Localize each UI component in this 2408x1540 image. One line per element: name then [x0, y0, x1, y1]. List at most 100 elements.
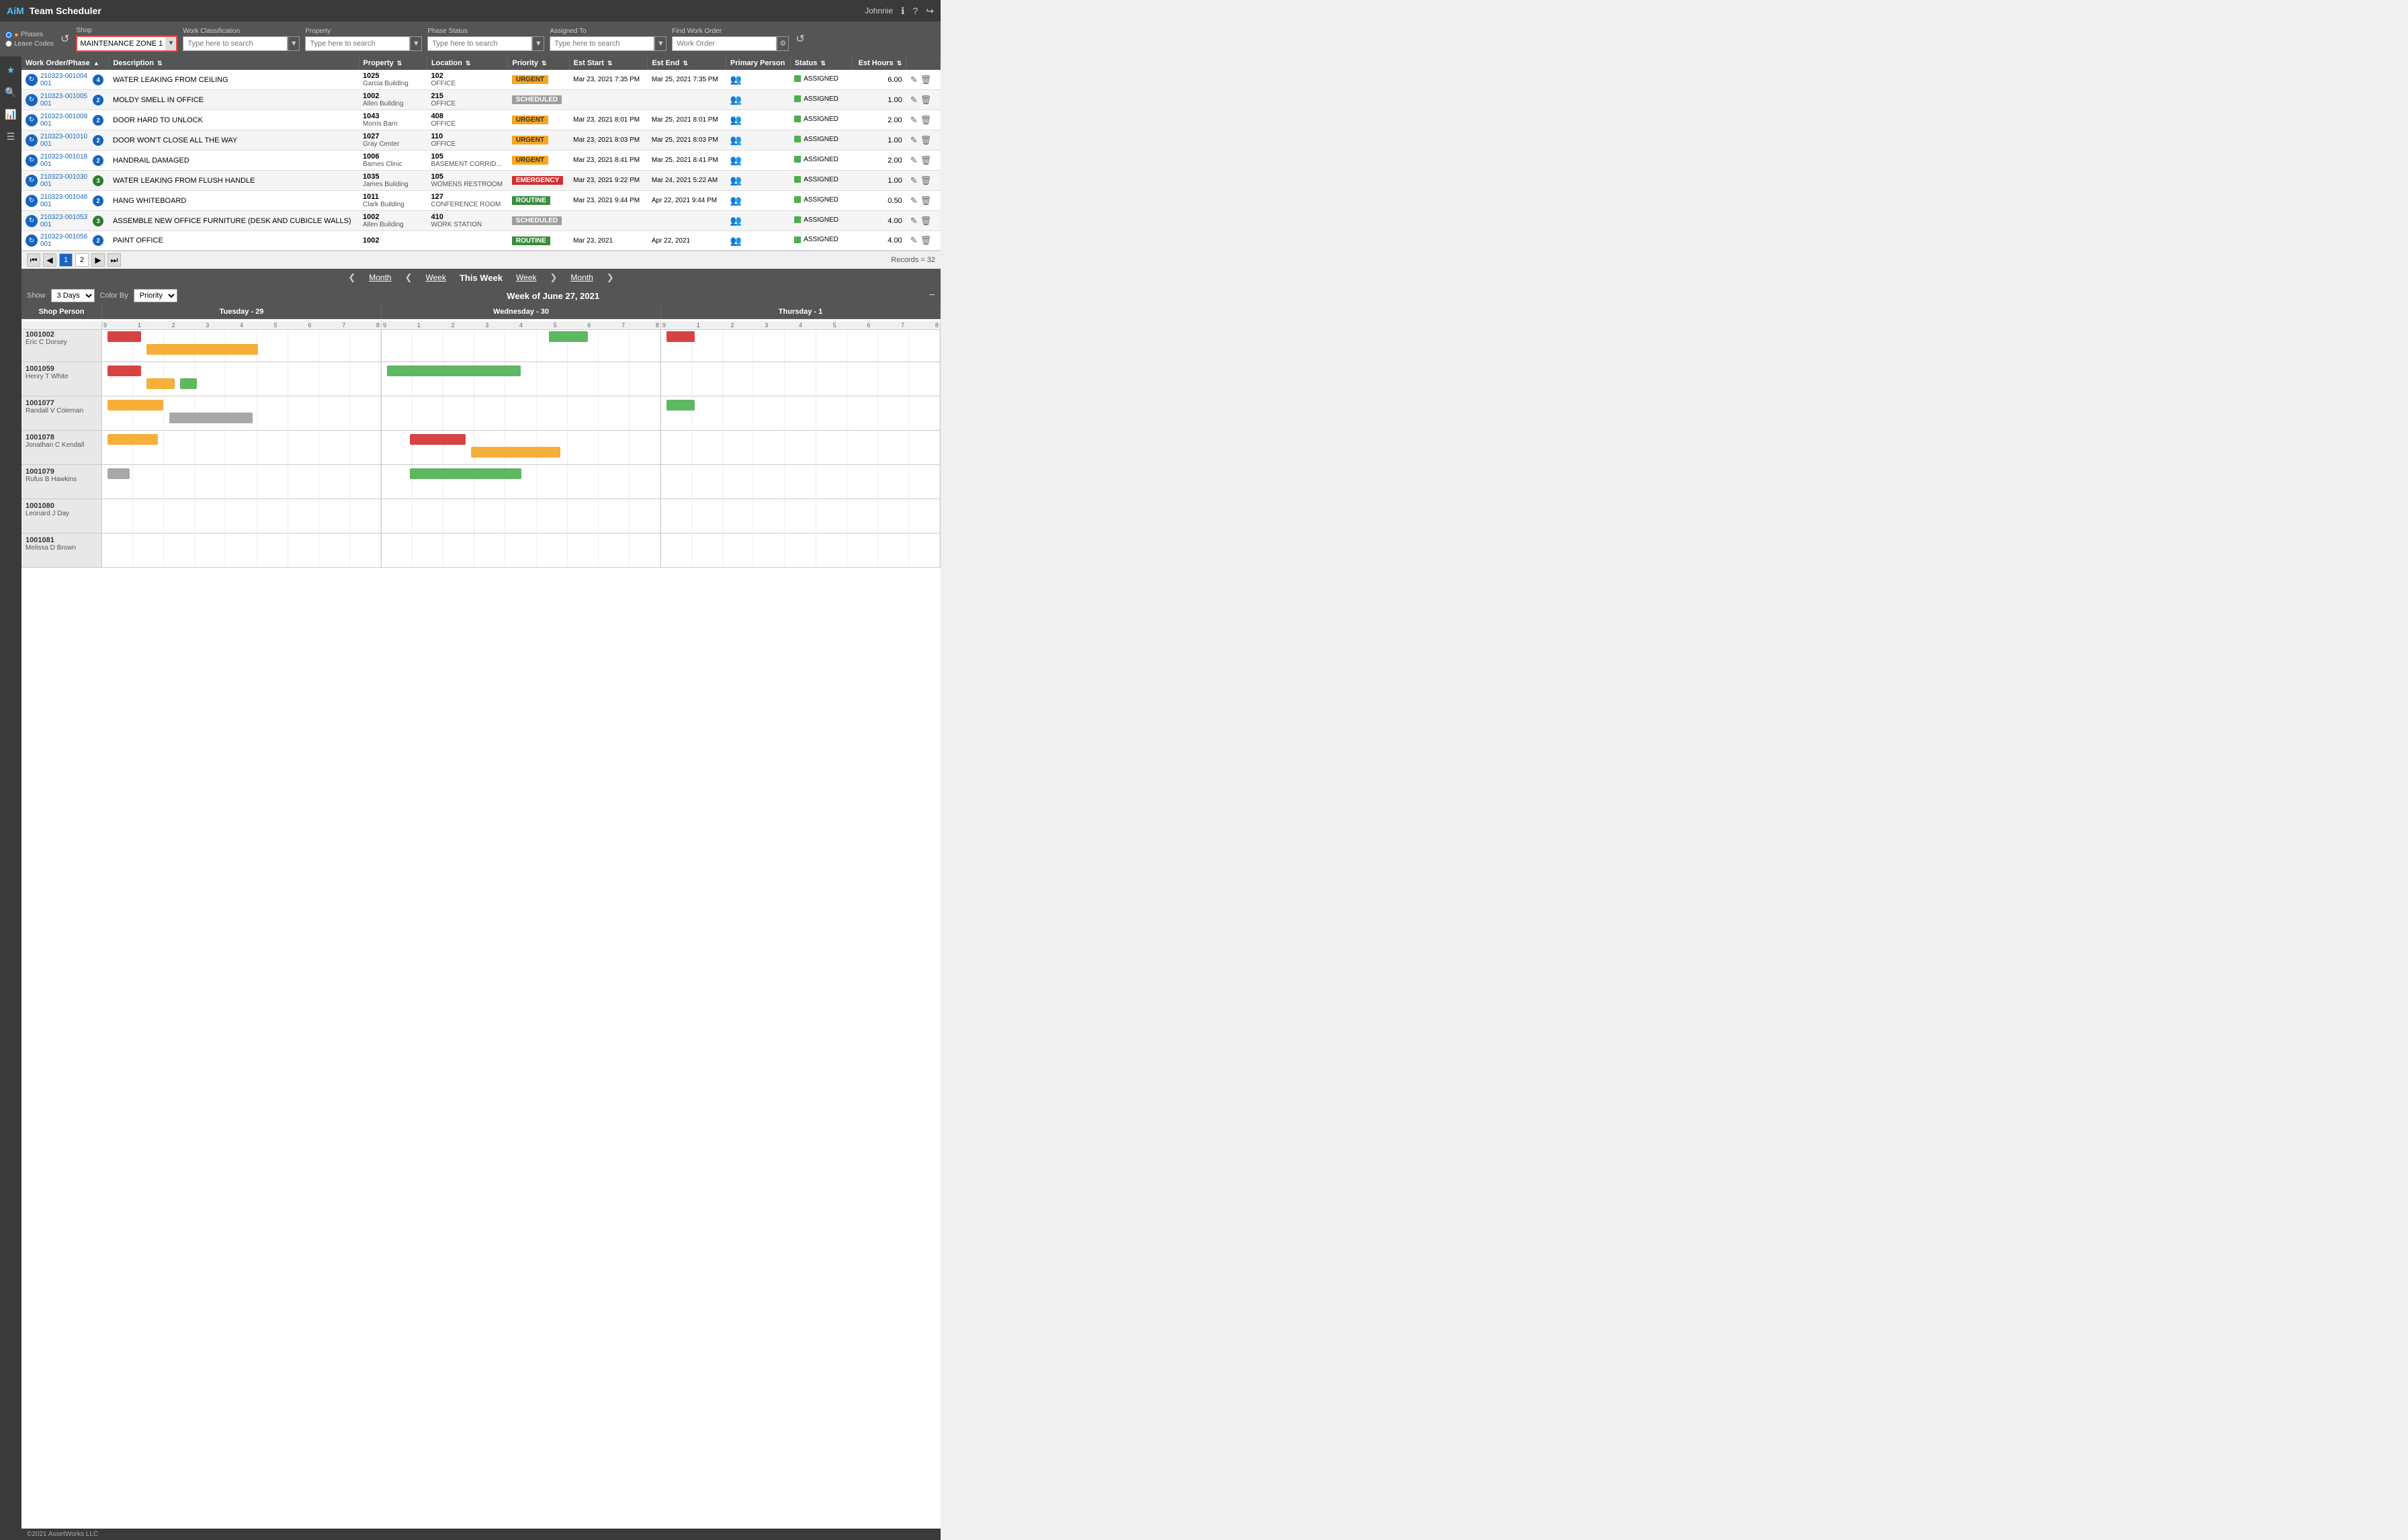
help-icon[interactable]: ? [912, 5, 918, 16]
wo-link[interactable]: 210323-001046 [40, 194, 87, 201]
phase-link[interactable]: 001 [40, 221, 87, 228]
nav-this-week[interactable]: This Week [460, 273, 503, 283]
cal-bar[interactable] [410, 434, 466, 445]
wo-link[interactable]: 210323-001056 [40, 233, 87, 241]
delete-icon[interactable]: 🗑 [920, 235, 932, 246]
wo-link[interactable]: 210323-001030 [40, 173, 87, 181]
nav-right-week-label[interactable]: Week [516, 273, 536, 282]
th-primary-person[interactable]: Primary Person [726, 56, 791, 70]
row-expand-btn[interactable]: ↻ [26, 215, 38, 227]
cal-bar[interactable] [108, 434, 158, 445]
cal-bar[interactable] [180, 378, 197, 389]
find-wo-btn[interactable]: ⚙ [777, 36, 789, 51]
shop-dropdown[interactable]: MAINTENANCE ZONE 1MAINTENANCE ZONE 2 ▼ [76, 36, 177, 52]
phase-link[interactable]: 001 [40, 100, 87, 108]
phase-status-dropdown-btn[interactable]: ▼ [532, 36, 544, 51]
edit-icon[interactable]: ✎ [910, 235, 918, 246]
delete-icon[interactable]: 🗑 [920, 115, 932, 126]
cal-bar[interactable] [666, 331, 695, 342]
delete-icon[interactable]: 🗑 [920, 155, 932, 166]
phase-status-input[interactable] [427, 36, 532, 51]
edit-icon[interactable]: ✎ [910, 155, 918, 166]
cal-bar[interactable] [146, 378, 175, 389]
assigned-to-dropdown-btn[interactable]: ▼ [654, 36, 666, 51]
cal-bar[interactable] [471, 447, 560, 458]
th-property[interactable]: Property ⇅ [359, 56, 427, 70]
th-est-hours[interactable]: Est Hours ⇅ [852, 56, 906, 70]
wo-link[interactable]: 210323-001010 [40, 133, 87, 140]
wo-link[interactable]: 210323-001005 [40, 93, 87, 100]
calendar-grid[interactable]: Shop Person Tuesday - 29 Wednesday - 30 … [22, 305, 941, 1529]
refresh-button[interactable]: ↺ [59, 31, 71, 47]
minimize-button[interactable]: − [929, 290, 935, 302]
work-classification-input[interactable] [183, 36, 288, 51]
page-prev-btn[interactable]: ◀ [43, 253, 56, 267]
th-status[interactable]: Status ⇅ [790, 56, 851, 70]
row-expand-btn[interactable]: ↻ [26, 94, 38, 106]
row-expand-btn[interactable]: ↻ [26, 175, 38, 187]
page-2[interactable]: 2 [75, 253, 89, 267]
work-classification-dropdown-btn[interactable]: ▼ [288, 36, 300, 51]
info-icon[interactable]: ℹ [901, 5, 904, 17]
nav-left-month-label[interactable]: Month [369, 273, 391, 282]
row-expand-btn[interactable]: ↻ [26, 74, 38, 86]
leave-codes-radio-item[interactable]: Leave Codes [5, 40, 54, 48]
cal-bar[interactable] [666, 400, 695, 411]
page-last-btn[interactable]: ⏭ [108, 253, 121, 267]
edit-icon[interactable]: ✎ [910, 135, 918, 146]
delete-icon[interactable]: 🗑 [920, 75, 932, 85]
property-dropdown-btn[interactable]: ▼ [410, 36, 422, 51]
table-scroll[interactable]: Work Order/Phase ▲ Description ⇅ Propert… [22, 56, 941, 251]
wo-link[interactable]: 210323-001009 [40, 113, 87, 120]
phase-link[interactable]: 001 [40, 80, 87, 87]
logout-icon[interactable]: ↪ [926, 5, 934, 17]
delete-icon[interactable]: 🗑 [920, 95, 932, 105]
cal-bar[interactable] [549, 331, 588, 342]
cal-bar[interactable] [108, 366, 141, 376]
row-expand-btn[interactable]: ↻ [26, 114, 38, 126]
cal-bar[interactable] [108, 331, 141, 342]
cal-bar[interactable] [387, 366, 521, 376]
nav-right-month-label[interactable]: Month [570, 273, 593, 282]
property-input[interactable] [305, 36, 410, 51]
page-next-btn[interactable]: ▶ [91, 253, 105, 267]
row-expand-btn[interactable]: ↻ [26, 234, 38, 247]
page-first-btn[interactable]: ⏮ [27, 253, 40, 267]
wo-link[interactable]: 210323-001004 [40, 73, 87, 80]
nav-left-month-arrow[interactable]: ❮ [405, 272, 413, 283]
delete-icon[interactable]: 🗑 [920, 175, 932, 186]
cal-bar[interactable] [108, 468, 130, 479]
page-1[interactable]: 1 [59, 253, 73, 267]
color-by-select[interactable]: PriorityStatusShop [134, 289, 177, 302]
sidebar-chart-icon[interactable]: 📊 [2, 106, 19, 123]
delete-icon[interactable]: 🗑 [920, 135, 932, 146]
th-est-start[interactable]: Est Start ⇅ [569, 56, 648, 70]
refresh-button-2[interactable]: ↺ [794, 31, 806, 47]
row-expand-btn[interactable]: ↻ [26, 134, 38, 146]
sidebar-search-icon[interactable]: 🔍 [2, 84, 19, 101]
edit-icon[interactable]: ✎ [910, 95, 918, 105]
phase-link[interactable]: 001 [40, 161, 87, 168]
edit-icon[interactable]: ✎ [910, 216, 918, 226]
sidebar-star-icon[interactable]: ★ [4, 62, 18, 79]
nav-left-month[interactable]: ❮ [348, 272, 355, 283]
leave-codes-radio[interactable] [5, 40, 12, 47]
row-expand-btn[interactable]: ↻ [26, 195, 38, 207]
phase-link[interactable]: 001 [40, 140, 87, 148]
phase-link[interactable]: 001 [40, 181, 87, 188]
phases-radio[interactable] [5, 32, 12, 38]
shop-select[interactable]: MAINTENANCE ZONE 1MAINTENANCE ZONE 2 [76, 36, 177, 52]
edit-icon[interactable]: ✎ [910, 75, 918, 85]
wo-link[interactable]: 210323-001018 [40, 153, 87, 161]
th-est-end[interactable]: Est End ⇅ [648, 56, 726, 70]
edit-icon[interactable]: ✎ [910, 115, 918, 126]
phase-link[interactable]: 001 [40, 201, 87, 208]
wo-link[interactable]: 210323-001053 [40, 214, 87, 221]
phases-radio-item[interactable]: ● Phases [5, 31, 54, 39]
phase-link[interactable]: 001 [40, 241, 87, 248]
phase-link[interactable]: 001 [40, 120, 87, 128]
th-priority[interactable]: Priority ⇅ [508, 56, 569, 70]
assigned-to-input[interactable] [550, 36, 654, 51]
cal-bar[interactable] [108, 400, 163, 411]
delete-icon[interactable]: 🗑 [920, 196, 932, 206]
